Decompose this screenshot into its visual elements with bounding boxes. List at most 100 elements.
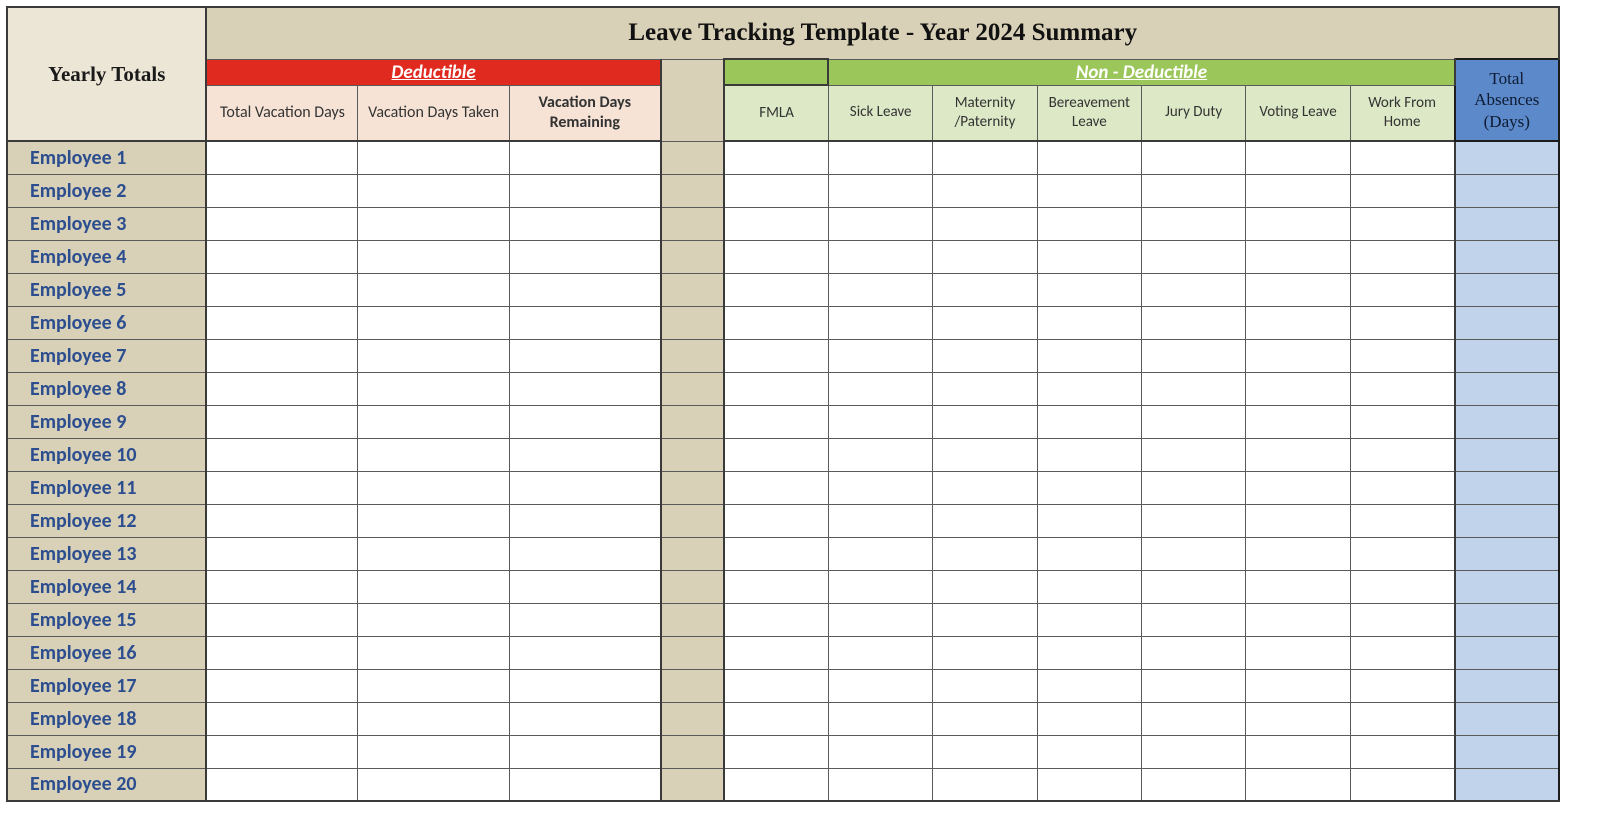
nondeductible-cell[interactable]: [1246, 636, 1350, 669]
deductible-cell[interactable]: [206, 537, 357, 570]
total-absences-cell[interactable]: [1455, 339, 1559, 372]
nondeductible-cell[interactable]: [828, 174, 932, 207]
nondeductible-cell[interactable]: [1246, 603, 1350, 636]
nondeductible-cell[interactable]: [1142, 240, 1246, 273]
deductible-cell[interactable]: [206, 174, 357, 207]
nondeductible-cell[interactable]: [724, 537, 828, 570]
nondeductible-cell[interactable]: [1142, 207, 1246, 240]
nondeductible-cell[interactable]: [1142, 735, 1246, 768]
nondeductible-cell[interactable]: [1142, 339, 1246, 372]
deductible-cell[interactable]: [358, 471, 509, 504]
employee-name[interactable]: Employee 9: [7, 405, 206, 438]
nondeductible-cell[interactable]: [828, 570, 932, 603]
nondeductible-cell[interactable]: [828, 273, 932, 306]
nondeductible-cell[interactable]: [933, 768, 1037, 801]
nondeductible-cell[interactable]: [1142, 702, 1246, 735]
nondeductible-cell[interactable]: [1037, 339, 1141, 372]
deductible-cell[interactable]: [206, 603, 357, 636]
nondeductible-cell[interactable]: [1037, 306, 1141, 339]
nondeductible-cell[interactable]: [1350, 669, 1454, 702]
nondeductible-cell[interactable]: [933, 306, 1037, 339]
employee-name[interactable]: Employee 15: [7, 603, 206, 636]
deductible-cell[interactable]: [206, 141, 357, 174]
nondeductible-cell[interactable]: [828, 306, 932, 339]
nondeductible-cell[interactable]: [1350, 240, 1454, 273]
deductible-cell[interactable]: [206, 702, 357, 735]
nondeductible-cell[interactable]: [1246, 405, 1350, 438]
deductible-cell[interactable]: [358, 537, 509, 570]
nondeductible-cell[interactable]: [1246, 669, 1350, 702]
nondeductible-cell[interactable]: [933, 669, 1037, 702]
nondeductible-cell[interactable]: [933, 438, 1037, 471]
employee-name[interactable]: Employee 11: [7, 471, 206, 504]
total-absences-cell[interactable]: [1455, 273, 1559, 306]
deductible-cell[interactable]: [358, 339, 509, 372]
nondeductible-cell[interactable]: [933, 372, 1037, 405]
nondeductible-cell[interactable]: [828, 702, 932, 735]
nondeductible-cell[interactable]: [828, 207, 932, 240]
deductible-cell[interactable]: [509, 405, 660, 438]
nondeductible-cell[interactable]: [933, 471, 1037, 504]
deductible-cell[interactable]: [358, 570, 509, 603]
deductible-cell[interactable]: [509, 438, 660, 471]
nondeductible-cell[interactable]: [933, 603, 1037, 636]
nondeductible-cell[interactable]: [1037, 735, 1141, 768]
nondeductible-cell[interactable]: [1246, 702, 1350, 735]
deductible-cell[interactable]: [206, 405, 357, 438]
deductible-cell[interactable]: [206, 240, 357, 273]
nondeductible-cell[interactable]: [724, 339, 828, 372]
nondeductible-cell[interactable]: [1350, 273, 1454, 306]
nondeductible-cell[interactable]: [828, 471, 932, 504]
nondeductible-cell[interactable]: [724, 735, 828, 768]
nondeductible-cell[interactable]: [1246, 570, 1350, 603]
deductible-cell[interactable]: [358, 438, 509, 471]
nondeductible-cell[interactable]: [1350, 471, 1454, 504]
deductible-cell[interactable]: [358, 174, 509, 207]
nondeductible-cell[interactable]: [933, 636, 1037, 669]
employee-name[interactable]: Employee 10: [7, 438, 206, 471]
deductible-cell[interactable]: [206, 372, 357, 405]
nondeductible-cell[interactable]: [933, 537, 1037, 570]
nondeductible-cell[interactable]: [1037, 768, 1141, 801]
nondeductible-cell[interactable]: [1246, 174, 1350, 207]
nondeductible-cell[interactable]: [828, 141, 932, 174]
deductible-cell[interactable]: [358, 306, 509, 339]
nondeductible-cell[interactable]: [828, 603, 932, 636]
nondeductible-cell[interactable]: [933, 504, 1037, 537]
employee-name[interactable]: Employee 5: [7, 273, 206, 306]
nondeductible-cell[interactable]: [1350, 504, 1454, 537]
nondeductible-cell[interactable]: [933, 405, 1037, 438]
deductible-cell[interactable]: [206, 273, 357, 306]
nondeductible-cell[interactable]: [1037, 504, 1141, 537]
nondeductible-cell[interactable]: [828, 504, 932, 537]
nondeductible-cell[interactable]: [1246, 438, 1350, 471]
total-absences-cell[interactable]: [1455, 372, 1559, 405]
nondeductible-cell[interactable]: [1246, 141, 1350, 174]
nondeductible-cell[interactable]: [1142, 471, 1246, 504]
deductible-cell[interactable]: [206, 735, 357, 768]
total-absences-cell[interactable]: [1455, 669, 1559, 702]
nondeductible-cell[interactable]: [1350, 768, 1454, 801]
total-absences-cell[interactable]: [1455, 471, 1559, 504]
deductible-cell[interactable]: [509, 174, 660, 207]
nondeductible-cell[interactable]: [724, 306, 828, 339]
nondeductible-cell[interactable]: [828, 372, 932, 405]
deductible-cell[interactable]: [358, 240, 509, 273]
employee-name[interactable]: Employee 8: [7, 372, 206, 405]
nondeductible-cell[interactable]: [1037, 141, 1141, 174]
nondeductible-cell[interactable]: [933, 735, 1037, 768]
nondeductible-cell[interactable]: [724, 141, 828, 174]
nondeductible-cell[interactable]: [1037, 240, 1141, 273]
deductible-cell[interactable]: [358, 141, 509, 174]
nondeductible-cell[interactable]: [1350, 603, 1454, 636]
employee-name[interactable]: Employee 3: [7, 207, 206, 240]
deductible-cell[interactable]: [206, 207, 357, 240]
deductible-cell[interactable]: [509, 339, 660, 372]
deductible-cell[interactable]: [509, 537, 660, 570]
nondeductible-cell[interactable]: [724, 372, 828, 405]
deductible-cell[interactable]: [509, 735, 660, 768]
deductible-cell[interactable]: [509, 306, 660, 339]
nondeductible-cell[interactable]: [724, 702, 828, 735]
nondeductible-cell[interactable]: [1246, 471, 1350, 504]
employee-name[interactable]: Employee 7: [7, 339, 206, 372]
